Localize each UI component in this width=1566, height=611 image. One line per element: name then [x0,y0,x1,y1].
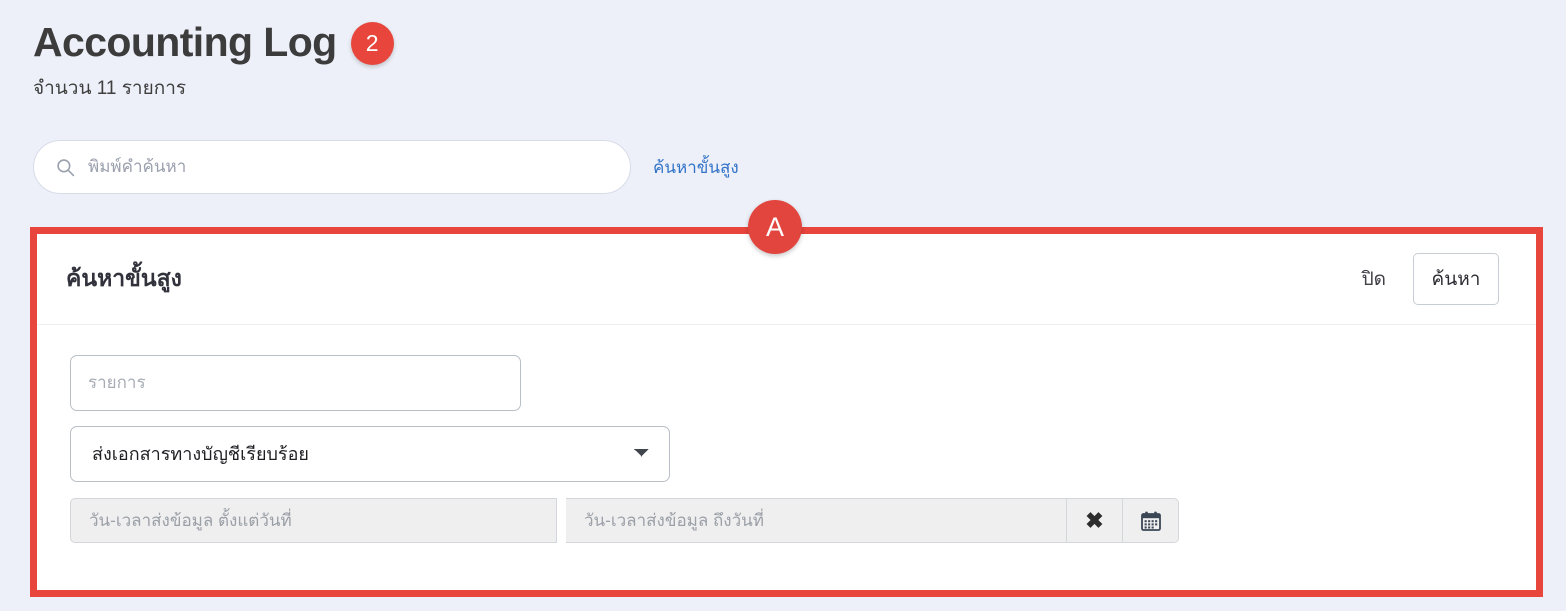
date-from-input[interactable] [70,498,557,543]
keyword-field-row [70,355,1536,411]
close-x-icon: ✖ [1085,507,1104,533]
page-title: Accounting Log [33,18,337,65]
status-field-row: ส่งเอกสารทางบัญชีเรียบร้อย [70,426,1536,482]
annotation-highlight-frame: ค้นหาขั้นสูง ปิด ค้นหา ส่งเอกสารทางบัญชี… [30,227,1543,597]
advanced-search-panel: ค้นหาขั้นสูง ปิด ค้นหา ส่งเอกสารทางบัญชี… [37,234,1536,590]
date-range-group: ✖ [70,498,1197,543]
search-submit-button[interactable]: ค้นหา [1413,253,1499,305]
keyword-input[interactable] [70,355,521,411]
search-box[interactable] [33,140,631,194]
advanced-search-form: ส่งเอกสารทางบัญชีเรียบร้อย ✖ [37,325,1536,590]
search-icon [56,158,75,177]
count-badge: 2 [350,22,394,65]
status-select[interactable]: ส่งเอกสารทางบัญชีเรียบร้อย [70,426,670,482]
clear-date-button[interactable]: ✖ [1067,498,1123,543]
date-to-input[interactable] [566,498,1067,543]
search-row: ค้นหาขั้นสูง [33,140,739,194]
calendar-icon [1140,510,1162,532]
search-input[interactable] [88,157,608,177]
title-row: Accounting Log 2 [33,14,1513,70]
page-header: Accounting Log 2 จำนวน 11 รายการ [33,14,1513,101]
advanced-search-title: ค้นหาขั้นสูง [66,265,182,291]
close-panel-link[interactable]: ปิด [1362,264,1386,294]
open-calendar-button[interactable] [1123,498,1179,543]
record-count-subtitle: จำนวน 11 รายการ [33,78,187,99]
annotation-badge-a: A [748,200,802,254]
advanced-search-link[interactable]: ค้นหาขั้นสูง [653,154,739,181]
advanced-search-actions: ปิด ค้นหา [1362,253,1499,305]
